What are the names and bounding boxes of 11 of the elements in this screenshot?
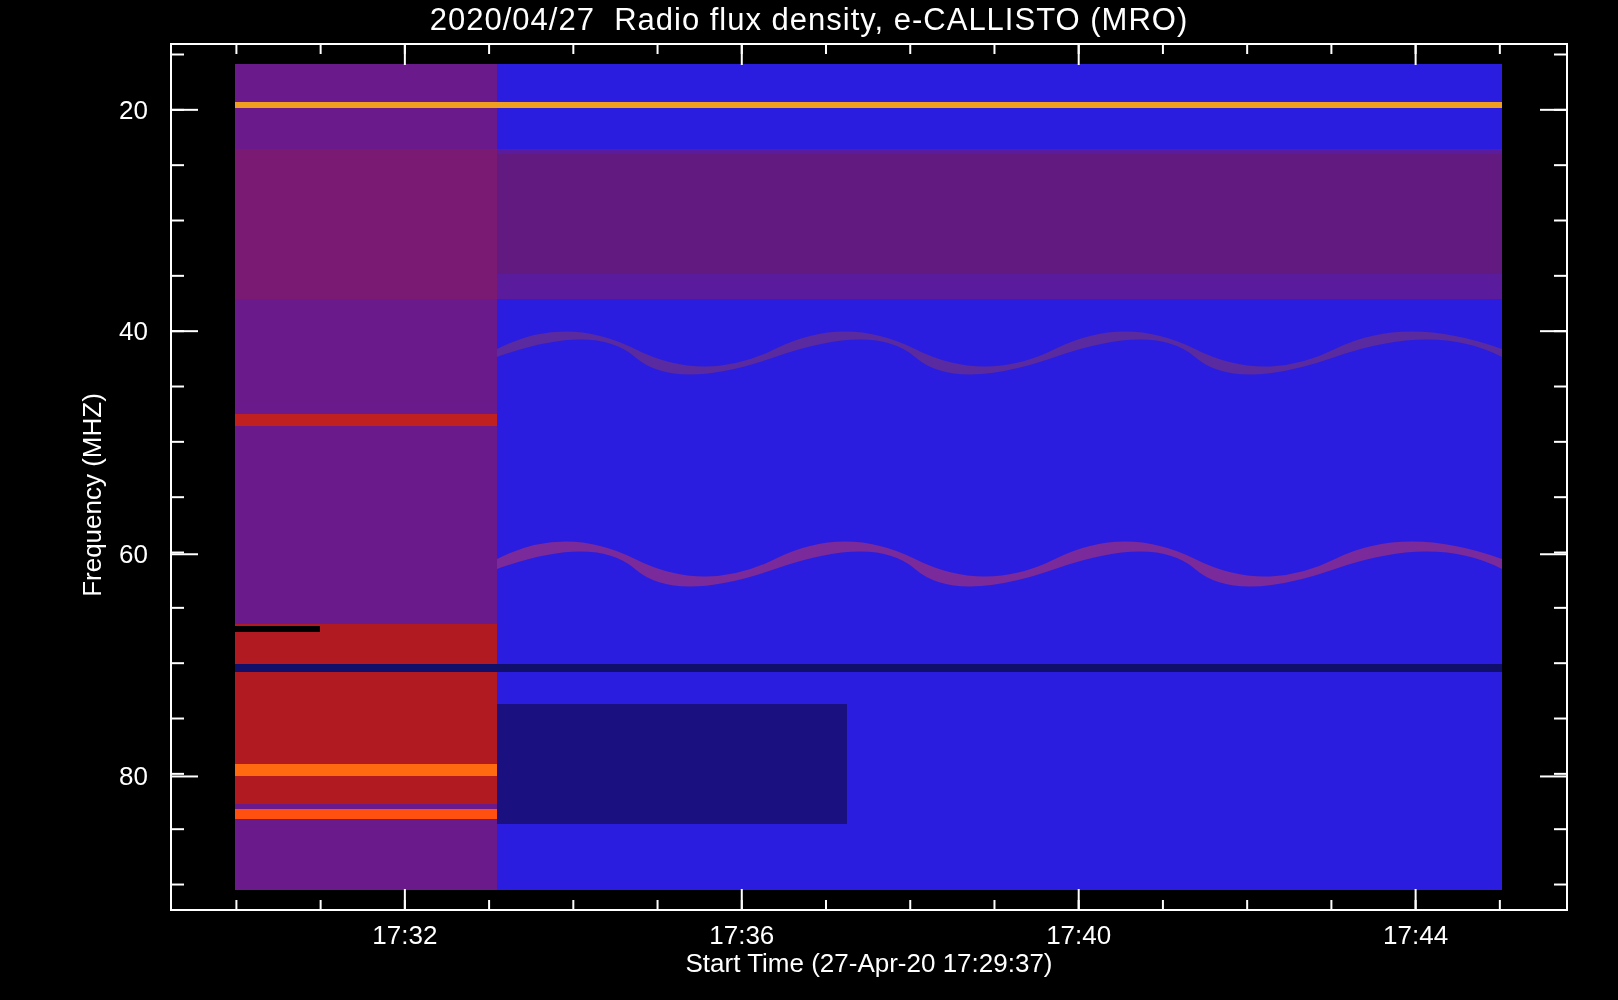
y-tick-label: 40 [119,315,148,347]
y-tick-label: 80 [119,760,148,792]
x-axis-label: Start Time (27-Apr-20 17:29:37) [684,948,1054,979]
x-tick-label: 17:36 [709,920,775,951]
x-tick-label: 17:44 [1383,920,1449,951]
y-tick-label: 60 [119,538,148,570]
x-tick-label: 17:32 [372,920,438,951]
chart-title: 2020/04/27 Radio flux density, e-CALLISTO (MRO) [428,2,1190,38]
x-tick-label: 17:40 [1046,920,1112,951]
y-axis-label: Frequency (MHZ) [76,393,108,597]
y-tick-label: 20 [119,94,148,126]
